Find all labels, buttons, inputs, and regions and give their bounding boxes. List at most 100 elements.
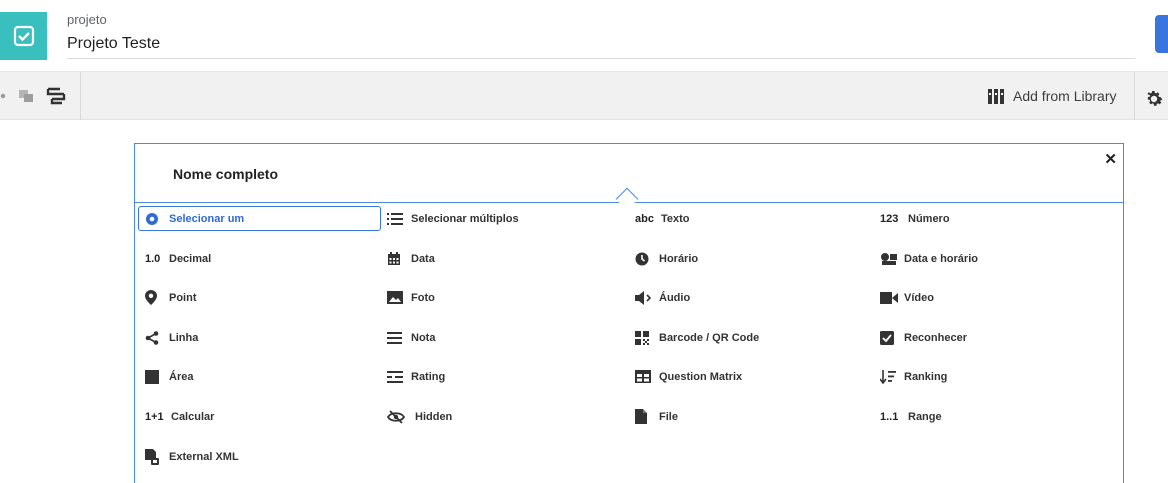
- type-label: Foto: [411, 291, 435, 304]
- type-label: File: [659, 410, 678, 423]
- number-icon: 123: [880, 212, 899, 225]
- square-icon: [145, 369, 169, 384]
- list-icon: [387, 212, 411, 226]
- toolbar-divider: [80, 72, 81, 120]
- type-point[interactable]: Point: [145, 285, 385, 310]
- type-label: Horário: [659, 252, 699, 265]
- header: projeto Projeto Teste: [0, 0, 1168, 72]
- photo-icon: [387, 291, 411, 304]
- question-title: Nome completo: [173, 166, 279, 182]
- type-nota[interactable]: Nota: [387, 325, 627, 350]
- close-button[interactable]: ✕: [1104, 150, 1117, 168]
- type-numero[interactable]: 123 Número: [880, 206, 1120, 231]
- type-label: Selecionar um: [169, 212, 245, 225]
- layers-button[interactable]: [16, 82, 38, 110]
- calendar-icon: [387, 251, 411, 266]
- branching-button[interactable]: [44, 82, 68, 110]
- calc-icon: 1+1: [145, 410, 164, 423]
- type-label: Hidden: [415, 410, 453, 423]
- type-label: Data e horário: [904, 252, 978, 265]
- type-label: Calcular: [171, 410, 215, 423]
- add-from-library-button[interactable]: Add from Library: [987, 85, 1116, 107]
- file-icon: [635, 409, 659, 424]
- type-reconhecer[interactable]: Reconhecer: [880, 325, 1120, 350]
- type-file[interactable]: File: [635, 404, 875, 429]
- project-name-underline: [67, 58, 1135, 59]
- type-range[interactable]: 1..1 Range: [880, 404, 1120, 429]
- project-name-input[interactable]: Projeto Teste: [67, 35, 160, 53]
- type-label: Nota: [411, 331, 436, 344]
- datetime-icon: [880, 252, 904, 266]
- rating-icon: [387, 370, 411, 383]
- qrcode-icon: [635, 330, 659, 345]
- layers-icon: [19, 90, 33, 102]
- type-label: Vídeo: [904, 291, 934, 304]
- type-label: Range: [908, 410, 942, 423]
- type-audio[interactable]: Áudio: [635, 285, 875, 310]
- type-barcode[interactable]: Barcode / QR Code: [635, 325, 875, 350]
- checklist-icon: [13, 25, 34, 47]
- type-label: Barcode / QR Code: [659, 331, 760, 344]
- type-label: Ranking: [904, 370, 948, 383]
- library-icon: [988, 89, 1004, 104]
- type-horario[interactable]: Horário: [635, 246, 875, 271]
- type-texto[interactable]: abc Texto: [635, 206, 875, 231]
- clock-icon: [635, 252, 659, 266]
- map-pin-icon: [145, 290, 169, 305]
- video-icon: [880, 291, 904, 304]
- type-foto[interactable]: Foto: [387, 285, 627, 310]
- type-hidden[interactable]: Hidden: [387, 404, 627, 429]
- group-button[interactable]: [0, 82, 10, 110]
- xml-file-icon: [145, 448, 169, 465]
- menu-icon: [387, 331, 411, 344]
- deploy-button[interactable]: [1155, 15, 1168, 53]
- checkbox-icon: [880, 330, 904, 345]
- type-linha[interactable]: Linha: [145, 325, 385, 350]
- type-selecionar-um[interactable]: Selecionar um: [138, 206, 381, 231]
- branching-icon: [46, 87, 66, 105]
- group-icon: [0, 93, 6, 99]
- type-label: Question Matrix: [659, 370, 743, 383]
- eye-off-icon: [387, 409, 411, 424]
- close-icon: ✕: [1104, 151, 1117, 168]
- type-decimal[interactable]: 1.0 Decimal: [145, 246, 385, 271]
- type-video[interactable]: Vídeo: [880, 285, 1120, 310]
- question-type-panel: Nome completo ✕ Selecionar um Selecionar…: [134, 143, 1124, 483]
- decimal-icon: 1.0: [145, 252, 161, 265]
- toolbar: Add from Library: [0, 72, 1168, 120]
- type-question-matrix[interactable]: Question Matrix: [635, 364, 875, 389]
- type-label: Áudio: [659, 291, 691, 304]
- type-calcular[interactable]: 1+1 Calcular: [145, 404, 385, 429]
- settings-button[interactable]: [1143, 85, 1165, 113]
- type-label: Point: [169, 291, 197, 304]
- app-logo[interactable]: [0, 12, 47, 60]
- type-selecionar-multiplos[interactable]: Selecionar múltiplos: [387, 206, 627, 231]
- type-label: External XML: [169, 450, 239, 463]
- type-label: Número: [908, 212, 950, 225]
- type-label: Texto: [661, 212, 690, 225]
- share-icon: [145, 330, 169, 345]
- type-external-xml[interactable]: External XML: [145, 444, 385, 469]
- speaker-icon: [635, 290, 659, 305]
- gear-icon: [1147, 91, 1163, 106]
- radio-icon: [145, 212, 169, 226]
- text-icon: abc: [635, 212, 654, 225]
- type-data[interactable]: Data: [387, 246, 627, 271]
- type-label: Decimal: [169, 252, 212, 265]
- type-label: Linha: [169, 331, 199, 344]
- type-rating[interactable]: Rating: [387, 364, 627, 389]
- type-area[interactable]: Área: [145, 364, 385, 389]
- type-label: Data: [411, 252, 435, 265]
- type-label: Rating: [411, 370, 446, 383]
- sort-icon: [880, 369, 904, 384]
- type-label: Reconhecer: [904, 331, 967, 344]
- project-label: projeto: [67, 12, 107, 27]
- type-ranking[interactable]: Ranking: [880, 364, 1120, 389]
- type-label: Área: [169, 370, 194, 383]
- add-from-library-label: Add from Library: [1013, 88, 1117, 104]
- range-icon: 1..1: [880, 410, 899, 423]
- type-data-e-horario[interactable]: Data e horário: [880, 246, 1120, 271]
- table-icon: [635, 370, 659, 383]
- type-label: Selecionar múltiplos: [411, 212, 519, 225]
- toolbar-divider-right: [1134, 72, 1135, 120]
